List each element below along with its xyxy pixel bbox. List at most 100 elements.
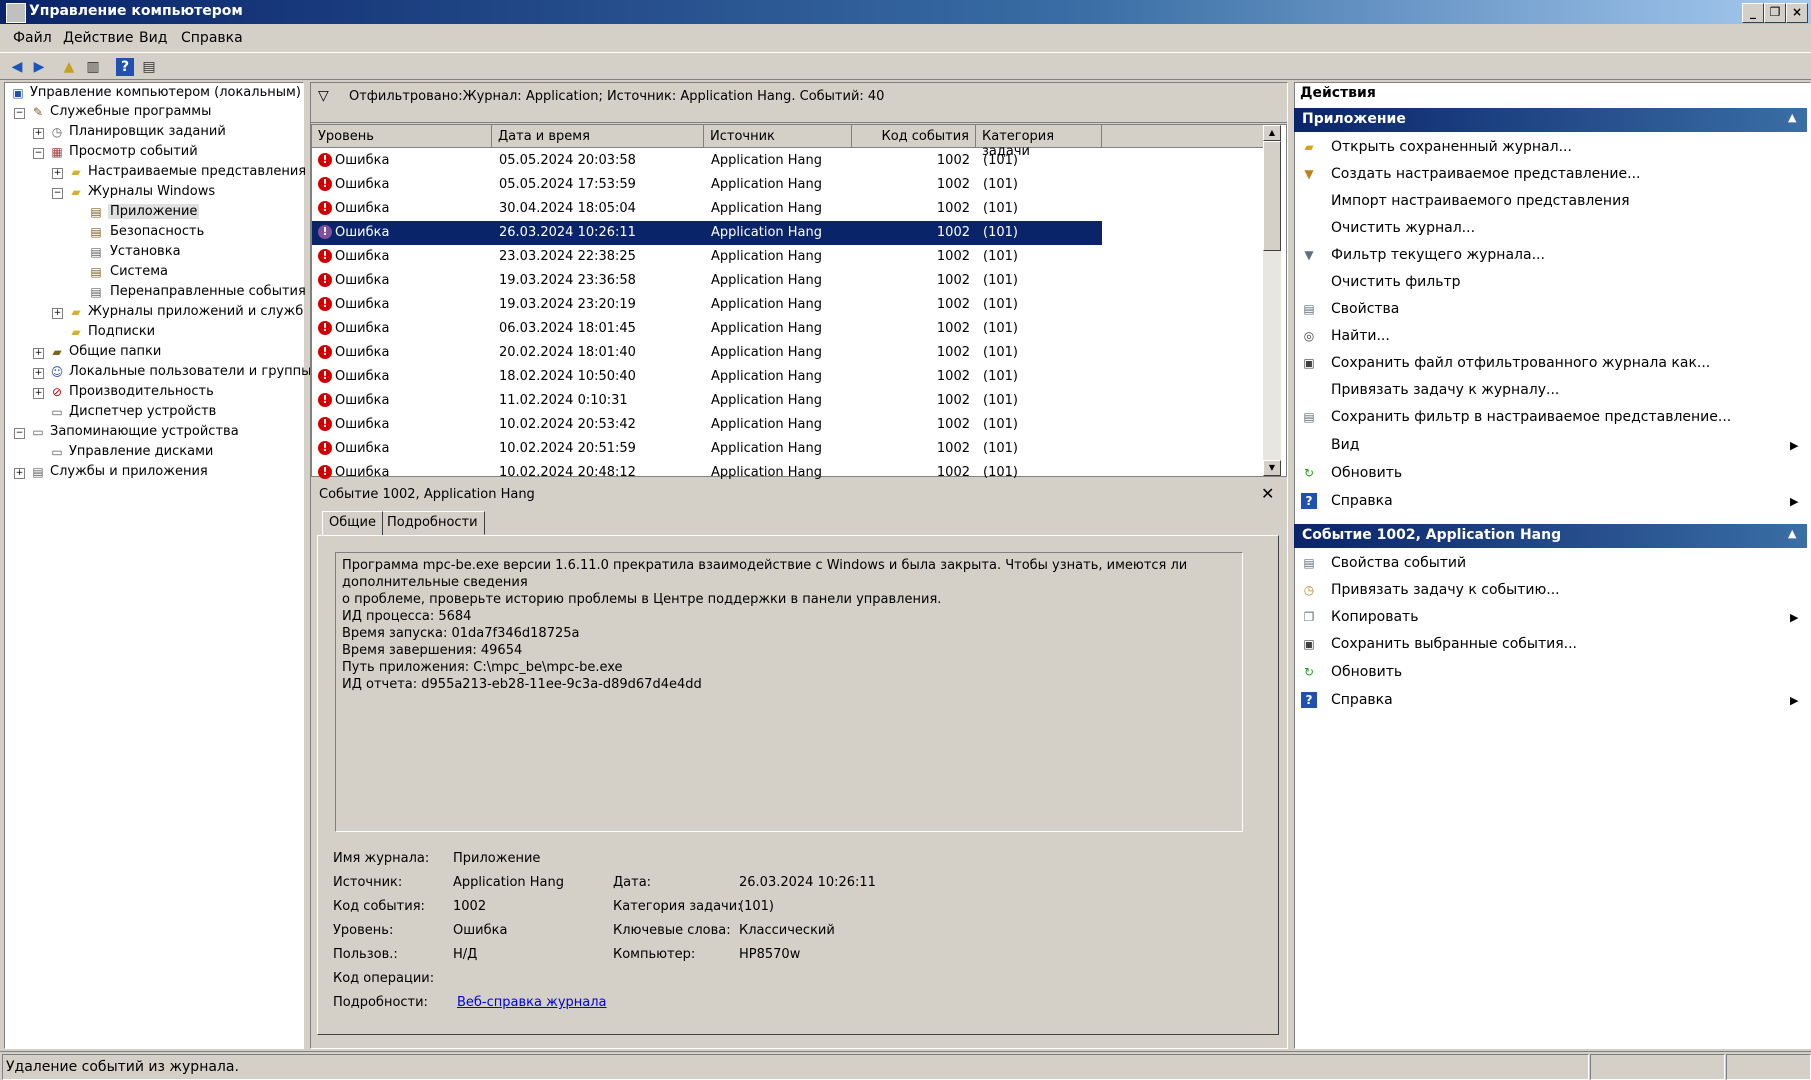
tree-item-system[interactable]: Система [110,264,168,279]
menu-file[interactable]: Файл [13,30,52,46]
tree-item-event-viewer[interactable]: Просмотр событий [69,144,198,159]
action-import-custom-view[interactable]: Импорт настраиваемого представления [1331,193,1630,209]
actions-section-application[interactable]: Приложение ▲ [1294,108,1807,132]
action-properties[interactable]: Свойства [1331,301,1399,317]
close-button[interactable]: × [1786,3,1808,23]
table-row[interactable]: ! Ошибка 30.04.2024 18:05:04 Application Ha… [312,197,1102,221]
action-clear-filter[interactable]: Очистить фильтр [1331,274,1461,290]
table-row[interactable]: ! Ошибка 05.05.2024 17:53:59 Application Ha… [312,173,1102,197]
tree-item-subscriptions[interactable]: Подписки [88,324,155,339]
collapse-icon[interactable]: − [14,108,25,119]
col-event-code[interactable]: Код события [852,125,976,148]
action-view[interactable]: Вид [1331,437,1359,453]
scroll-up-button[interactable]: ▲ [1263,125,1281,141]
action-filter-current-log[interactable]: Фильтр текущего журнала... [1331,247,1545,263]
expand-icon[interactable]: + [14,468,25,479]
tree-item-security[interactable]: Безопасность [110,224,204,239]
action-help[interactable]: Справка [1331,493,1393,509]
action-copy[interactable]: Копировать [1331,609,1418,625]
tree-item-root[interactable]: Управление компьютером (локальным) [30,85,301,100]
scroll-thumb[interactable] [1263,141,1281,251]
back-icon[interactable]: ◀ [8,58,26,76]
show-hide-actions-icon[interactable]: ▤ [140,58,158,76]
menu-view[interactable]: Вид [139,30,167,46]
action-attach-task-to-event[interactable]: Привязать задачу к событию... [1331,582,1560,598]
table-row[interactable]: ! Ошибка 18.02.2024 10:50:40 Application Ha… [312,365,1102,389]
expand-icon[interactable]: + [52,168,63,179]
log-icon: ▤ [90,265,102,279]
action-help-event[interactable]: Справка [1331,692,1393,708]
tree-item-storage[interactable]: Запоминающие устройства [50,424,239,439]
table-row[interactable]: ! Ошибка 20.02.2024 18:01:40 Application Ha… [312,341,1102,365]
col-source[interactable]: Источник [704,125,852,148]
web-help-link[interactable]: Веб-справка журнала [457,995,607,1010]
cell-code: 1002 [936,393,970,408]
tree-item-shared-folders[interactable]: Общие папки [69,344,161,359]
tree-item-forwarded[interactable]: Перенаправленные события [110,284,306,299]
detail-close-icon[interactable]: ✕ [1261,484,1274,503]
tree-item-device-manager[interactable]: Диспетчер устройств [69,404,216,419]
tree-item-custom-views[interactable]: Настраиваемые представления [88,164,306,179]
collapse-icon[interactable]: − [33,148,44,159]
show-hide-tree-icon[interactable]: ▥ [84,58,102,76]
table-row[interactable]: ! Ошибка 19.03.2024 23:20:19 Application Ha… [312,293,1102,317]
error-icon: ! [318,297,332,311]
tree-item-disk-management[interactable]: Управление дисками [69,444,213,459]
collapse-icon[interactable]: − [52,188,63,199]
action-clear-log[interactable]: Очистить журнал... [1331,220,1475,236]
table-row[interactable]: ! Ошибка 10.02.2024 20:53:42 Application Ha… [312,413,1102,437]
expand-icon[interactable]: + [33,388,44,399]
action-save-selected-events[interactable]: Сохранить выбранные события... [1331,636,1577,652]
collapse-icon[interactable]: − [14,428,25,439]
tree-item-local-users[interactable]: Локальные пользователи и группы [69,364,311,379]
tab-details[interactable]: Подробности [380,511,485,535]
action-refresh[interactable]: Обновить [1331,465,1402,481]
table-row[interactable]: ! Ошибка 11.02.2024 0:10:31 Application Han… [312,389,1102,413]
tree-item-services-apps[interactable]: Службы и приложения [50,464,208,479]
forward-icon[interactable]: ▶ [30,58,48,76]
expand-icon[interactable]: + [33,368,44,379]
menu-help[interactable]: Справка [181,30,243,46]
action-find[interactable]: Найти... [1331,328,1390,344]
table-scrollbar[interactable]: ▲ ▼ [1263,125,1281,476]
action-save-filtered-log[interactable]: Сохранить файл отфильтрованного журнала … [1331,355,1710,371]
expand-icon[interactable]: + [52,308,63,319]
up-folder-icon[interactable]: ▲ [60,58,78,76]
minimize-button[interactable]: _ [1742,3,1764,23]
table-row[interactable]: ! Ошибка 19.03.2024 23:36:58 Application Ha… [312,269,1102,293]
expand-icon[interactable]: + [33,348,44,359]
action-refresh-event[interactable]: Обновить [1331,664,1402,680]
table-row[interactable]: ! Ошибка 23.03.2024 22:38:25 Application Ha… [312,245,1102,269]
cell-level: Ошибка [335,465,390,480]
tree-item-setup[interactable]: Установка [110,244,181,259]
expand-icon[interactable]: + [33,128,44,139]
cell-date: 11.02.2024 0:10:31 [499,393,628,408]
table-row[interactable]: ! Ошибка 10.02.2024 20:51:59 Application Ha… [312,437,1102,461]
menu-action[interactable]: Действие [63,30,133,46]
table-row[interactable]: ! Ошибка 06.03.2024 18:01:45 Application Ha… [312,317,1102,341]
action-attach-task-to-log[interactable]: Привязать задачу к журналу... [1331,382,1559,398]
tree-item-performance[interactable]: Производительность [69,384,214,399]
action-open-saved-log[interactable]: Открыть сохраненный журнал... [1331,139,1572,155]
help-icon[interactable]: ? [116,58,134,76]
table-row[interactable]: ! Ошибка 26.03.2024 10:26:11 Application Ha… [312,221,1102,245]
col-level[interactable]: Уровень [312,125,492,148]
tree-item-task-scheduler[interactable]: Планировщик заданий [69,124,226,139]
table-row[interactable]: ! Ошибка 05.05.2024 20:03:58 Application Ha… [312,149,1102,173]
action-event-properties[interactable]: Свойства событий [1331,555,1466,571]
col-task-category[interactable]: Категория задачи [976,125,1102,159]
action-create-custom-view[interactable]: Создать настраиваемое представление... [1331,166,1640,182]
tree-item-application[interactable]: Приложение [108,204,200,219]
col-date[interactable]: Дата и время [492,125,704,148]
action-save-filter-view[interactable]: Сохранить фильтр в настраиваемое предста… [1331,409,1731,425]
keywords-label: Ключевые слова: [613,923,731,938]
collapse-section-icon[interactable]: ▲ [1788,111,1796,124]
tree-item-app-service-logs[interactable]: Журналы приложений и служб [88,304,303,319]
tree-item-system-tools[interactable]: Служебные программы [50,104,211,119]
maximize-button[interactable]: ❐ [1764,3,1786,23]
tab-general[interactable]: Общие [322,511,383,535]
collapse-section-icon[interactable]: ▲ [1788,527,1796,540]
actions-section-event[interactable]: Событие 1002, Application Hang ▲ [1294,524,1807,548]
scroll-down-button[interactable]: ▼ [1263,460,1281,476]
tree-item-windows-logs[interactable]: Журналы Windows [88,184,215,199]
